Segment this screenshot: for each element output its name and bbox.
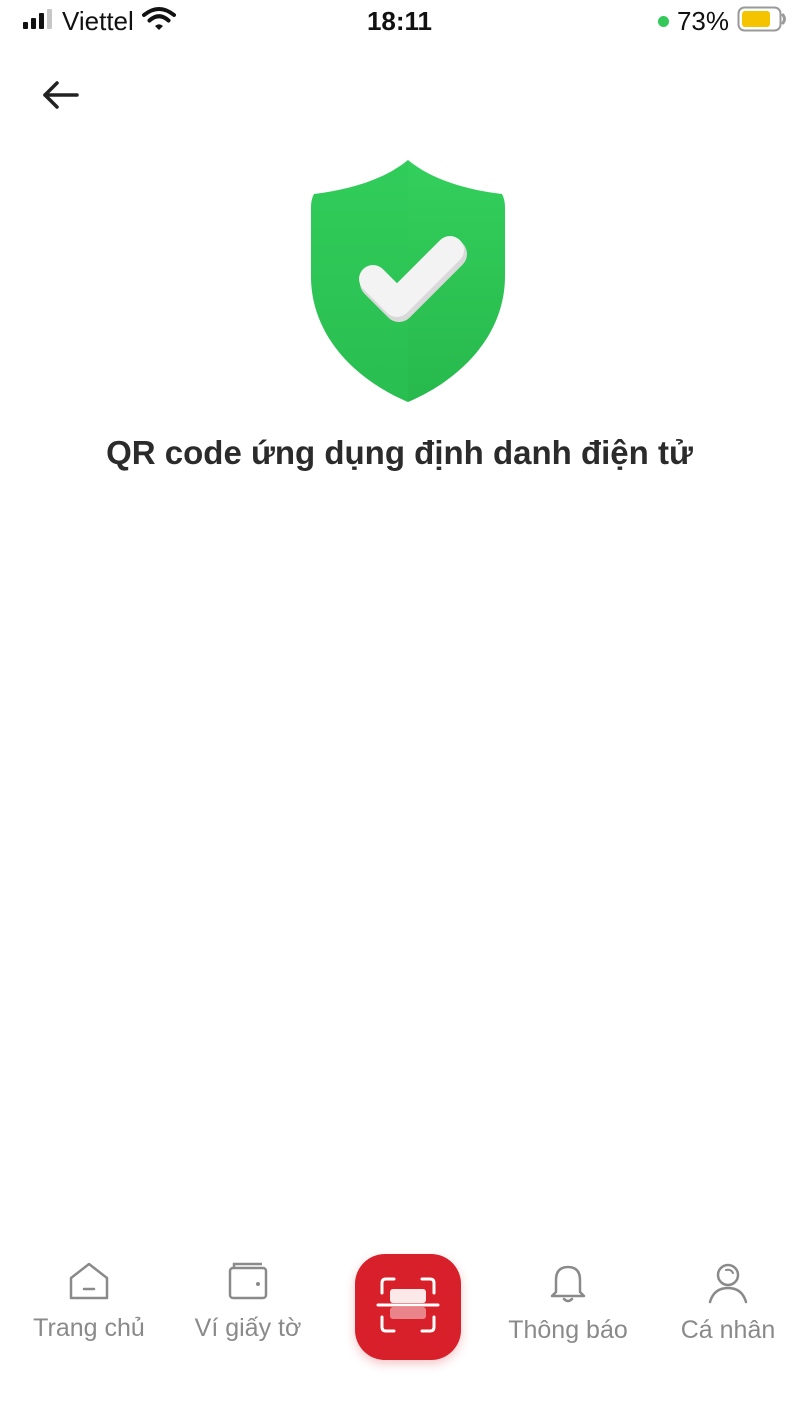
nav-item-profile[interactable]: Cá nhân — [672, 1260, 784, 1345]
nav-label-home: Trang chủ — [33, 1314, 145, 1342]
qr-scan-icon — [376, 1275, 440, 1340]
shield-check-icon — [310, 158, 506, 404]
arrow-left-icon — [40, 79, 80, 116]
user-icon — [706, 1260, 750, 1304]
home-icon — [67, 1260, 111, 1302]
nav-label-notifications: Thông báo — [508, 1316, 628, 1344]
wallet-icon — [226, 1260, 270, 1302]
bell-icon — [546, 1260, 590, 1304]
nav-item-home[interactable]: Trang chủ — [24, 1260, 154, 1343]
back-button[interactable] — [36, 76, 84, 118]
page-title: QR code ứng dụng định danh điện tử — [106, 434, 693, 471]
qr-scan-button[interactable] — [355, 1254, 461, 1360]
battery-icon — [737, 6, 787, 37]
nav-label-wallet: Ví giấy tờ — [194, 1314, 302, 1342]
battery-percent: 73% — [676, 6, 729, 36]
status-bar: Viettel 18:11 73% — [0, 0, 799, 48]
status-right: 73% — [657, 6, 787, 37]
bottom-nav: Trang chủ Ví giấy tờ Thông báo Cá nhân — [0, 1240, 799, 1390]
nav-item-wallet[interactable]: Ví giấy tờ — [186, 1260, 310, 1343]
nav-item-notifications[interactable]: Thông báo — [498, 1260, 638, 1345]
privacy-dot — [657, 16, 669, 27]
nav-label-profile: Cá nhân — [680, 1316, 776, 1344]
